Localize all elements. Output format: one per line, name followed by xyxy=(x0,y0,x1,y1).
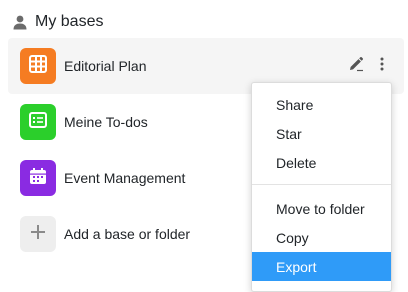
menu-item-export[interactable]: Export xyxy=(252,252,391,281)
base-label: Event Management xyxy=(64,170,186,186)
menu-divider xyxy=(252,184,391,185)
user-icon xyxy=(12,14,28,30)
checklist-icon xyxy=(29,111,47,134)
base-avatar xyxy=(20,160,56,196)
base-avatar xyxy=(20,104,56,140)
section-title: My bases xyxy=(35,13,104,30)
calendar-icon xyxy=(29,167,47,190)
menu-item-delete[interactable]: Delete xyxy=(252,148,391,177)
plus-icon xyxy=(29,223,47,246)
section-header: My bases xyxy=(12,10,103,34)
add-avatar xyxy=(20,216,56,252)
more-vertical-icon[interactable] xyxy=(374,56,390,72)
menu-item-share[interactable]: Share xyxy=(252,90,391,119)
base-avatar xyxy=(20,48,56,84)
row-actions xyxy=(348,56,390,72)
menu-item-move-to-folder[interactable]: Move to folder xyxy=(252,194,391,223)
add-base-label: Add a base or folder xyxy=(64,226,191,242)
menu-item-copy[interactable]: Copy xyxy=(252,223,391,252)
pencil-icon[interactable] xyxy=(348,56,364,72)
base-label: Meine To-dos xyxy=(64,114,148,130)
base-label: Editorial Plan xyxy=(64,58,147,74)
grid-table-icon xyxy=(29,54,47,78)
menu-item-star[interactable]: Star xyxy=(252,119,391,148)
context-menu: Share Star Delete Move to folder Copy Ex… xyxy=(251,82,392,292)
